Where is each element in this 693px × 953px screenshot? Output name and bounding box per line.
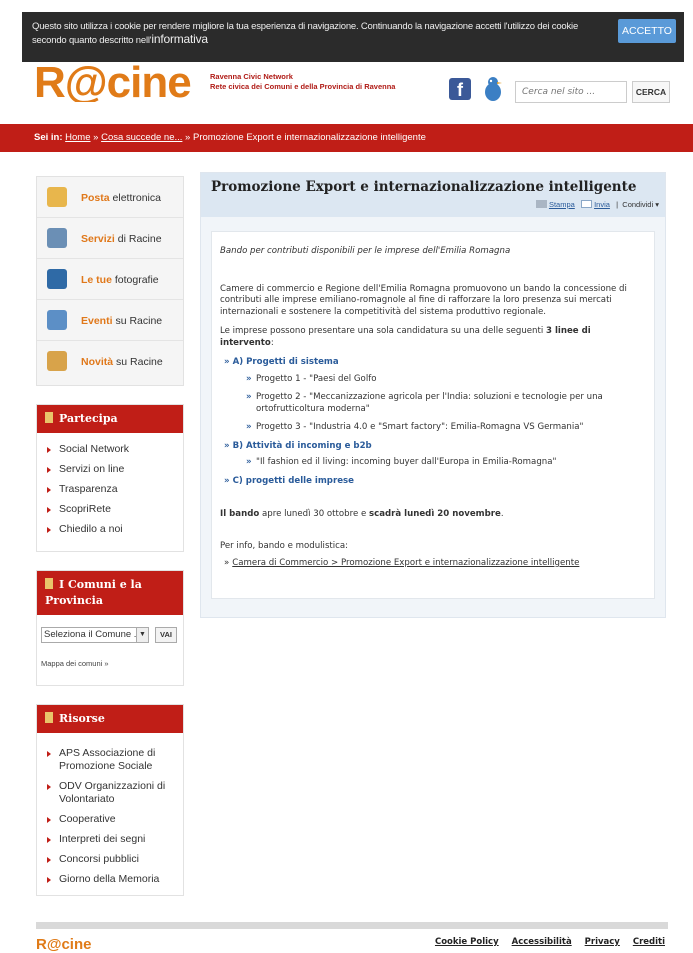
article-header: Promozione Export e internazionalizzazio… xyxy=(201,173,665,217)
article-tools: Stampa Invia | Condividi ▾ xyxy=(535,200,659,209)
menu-item-label: Posta elettronica xyxy=(81,192,161,204)
footer-links: Cookie Policy Accessibilità Privacy Cred… xyxy=(425,937,665,947)
article-paragraph: Camere di commercio e Regione dell'Emili… xyxy=(220,283,627,317)
person-icon xyxy=(45,578,53,589)
info-label: Per info, bando e modulistica: xyxy=(220,540,349,551)
section-a[interactable]: » A) Progetti di sistema xyxy=(224,357,646,369)
partecipa-box: Partecipa Social Network Servizi on line… xyxy=(36,404,184,552)
list-item[interactable]: Giorno della Memoria xyxy=(45,873,175,886)
chevron-down-icon: ▼ xyxy=(136,628,148,642)
menu-item-servizi[interactable]: Servizi di Racine xyxy=(37,218,183,259)
risorse-list: APS Associazione di Promozione Sociale O… xyxy=(37,733,183,903)
list-item[interactable]: APS Associazione di Promozione Sociale xyxy=(45,747,175,773)
send-link[interactable]: Invia xyxy=(594,200,610,209)
print-link[interactable]: Stampa xyxy=(549,200,575,209)
share-button[interactable]: Condividi ▾ xyxy=(622,200,659,209)
tagline-line2: Rete civica dei Comuni e della Provincia… xyxy=(210,82,396,91)
comune-go-button[interactable]: VAI xyxy=(155,627,177,643)
list-item[interactable]: ODV Organizzazioni di Volontariato xyxy=(45,780,175,806)
list-item[interactable]: Cooperative xyxy=(45,813,175,826)
comuni-box: I Comuni e la Provincia Seleziona il Com… xyxy=(36,570,184,686)
list-item[interactable]: ScopriRete xyxy=(45,503,175,516)
list-item: » Progetto 1 - "Paesi del Golfo xyxy=(246,373,377,384)
menu-item-label: Servizi di Racine xyxy=(81,233,162,245)
deadline-text: Il bando apre lunedì 30 ottobre e scadrà… xyxy=(220,509,504,519)
comune-select[interactable]: Seleziona il Comune ... ▼ xyxy=(41,627,149,643)
footer-divider xyxy=(36,922,668,929)
article-body: Bando per contributi disponibili per le … xyxy=(211,231,655,599)
menu-item-posta[interactable]: Posta elettronica xyxy=(37,177,183,218)
breadcrumb-current: Promozione Export e internazionalizzazio… xyxy=(192,132,426,143)
risorse-box: Risorse APS Associazione di Promozione S… xyxy=(36,704,184,896)
breadcrumb-label: Sei in: xyxy=(34,132,63,143)
facebook-icon[interactable]: f xyxy=(449,78,471,100)
credits-link[interactable]: Crediti xyxy=(633,937,665,947)
site-tagline: Ravenna Civic Network Rete civica dei Co… xyxy=(210,72,395,92)
cookie-policy-link[interactable]: Cookie Policy xyxy=(435,937,499,947)
breadcrumb-separator: » xyxy=(185,132,191,143)
services-icon xyxy=(47,228,67,248)
article-lead: Bando per contributi disponibili per le … xyxy=(220,246,511,256)
calendar-icon xyxy=(47,310,67,330)
menu-item-label: Novità su Racine xyxy=(81,356,163,368)
photo-icon xyxy=(47,269,67,289)
twitter-bird-icon[interactable] xyxy=(483,76,503,102)
cookie-message: Questo sito utilizza i cookie per render… xyxy=(32,21,579,46)
info-link[interactable]: » Camera di Commercio > Promozione Export… xyxy=(224,558,646,570)
comuni-header: I Comuni e la Provincia xyxy=(37,571,183,615)
tools-separator: | xyxy=(616,200,619,209)
search-input[interactable] xyxy=(515,81,627,103)
book-icon xyxy=(45,712,53,723)
section-b[interactable]: » B) Attività di incoming e b2b xyxy=(224,441,646,453)
risorse-header: Risorse xyxy=(37,705,183,733)
list-item: » "Il fashion ed il living: incoming buye… xyxy=(246,457,557,467)
print-icon xyxy=(535,200,547,208)
partecipa-list: Social Network Servizi on line Trasparen… xyxy=(37,433,183,553)
breadcrumb-home[interactable]: Home xyxy=(65,132,90,143)
cookie-info-link[interactable]: informativa xyxy=(151,32,208,46)
footer-logo[interactable]: R@cine xyxy=(36,936,91,953)
article-paragraph: Le imprese possono presentare una sola c… xyxy=(220,326,591,348)
list-item: » Progetto 2 - "Meccanizzazione agricola … xyxy=(246,392,603,414)
list-item[interactable]: Social Network xyxy=(45,443,175,456)
page-title: Promozione Export e internazionalizzazio… xyxy=(211,179,637,195)
menu-item-eventi[interactable]: Eventi su Racine xyxy=(37,300,183,341)
people-icon xyxy=(45,412,53,423)
breadcrumb-level2[interactable]: Cosa succede ne... xyxy=(101,132,182,143)
menu-item-label: Eventi su Racine xyxy=(81,315,163,327)
privacy-link[interactable]: Privacy xyxy=(585,937,620,947)
partecipa-header: Partecipa xyxy=(37,405,183,433)
list-item: » Progetto 3 - "Industria 4.0 e "Smart fa… xyxy=(246,422,584,432)
list-item[interactable]: Chiedilo a noi xyxy=(45,523,175,536)
mail-icon xyxy=(47,187,67,207)
list-item[interactable]: Trasparenza xyxy=(45,483,175,496)
breadcrumb: Sei in: Home » Cosa succede ne... » Prom… xyxy=(0,124,693,152)
search-button[interactable]: CERCA xyxy=(632,81,670,103)
cookie-accept-button[interactable]: ACCETTO xyxy=(618,19,676,43)
menu-item-fotografie[interactable]: Le tue fotografie xyxy=(37,259,183,300)
menu-item-label: Le tue fotografie xyxy=(81,274,159,286)
list-item[interactable]: Servizi on line xyxy=(45,463,175,476)
list-item[interactable]: Concorsi pubblici xyxy=(45,853,175,866)
section-c[interactable]: » C) progetti delle imprese xyxy=(224,476,646,488)
site-logo[interactable]: R@cine xyxy=(34,58,191,102)
mail-icon xyxy=(581,200,593,208)
news-icon xyxy=(47,351,67,371)
main-content: Promozione Export e internazionalizzazio… xyxy=(200,172,666,618)
breadcrumb-separator: » xyxy=(93,132,99,143)
comuni-form: Seleziona il Comune ... ▼ VAI xyxy=(37,615,183,647)
cookie-bar: Questo sito utilizza i cookie per render… xyxy=(22,12,684,62)
tagline-line1: Ravenna Civic Network xyxy=(210,72,293,81)
cookie-text: Questo sito utilizza i cookie per render… xyxy=(32,21,592,47)
list-item[interactable]: Interpreti dei segni xyxy=(45,833,175,846)
menu-item-novita[interactable]: Novità su Racine xyxy=(37,341,183,382)
services-menu: Posta elettronica Servizi di Racine Le t… xyxy=(36,176,184,386)
accessibility-link[interactable]: Accessibilità xyxy=(512,937,572,947)
comuni-map-link[interactable]: Mappa dei comuni » xyxy=(37,647,183,686)
